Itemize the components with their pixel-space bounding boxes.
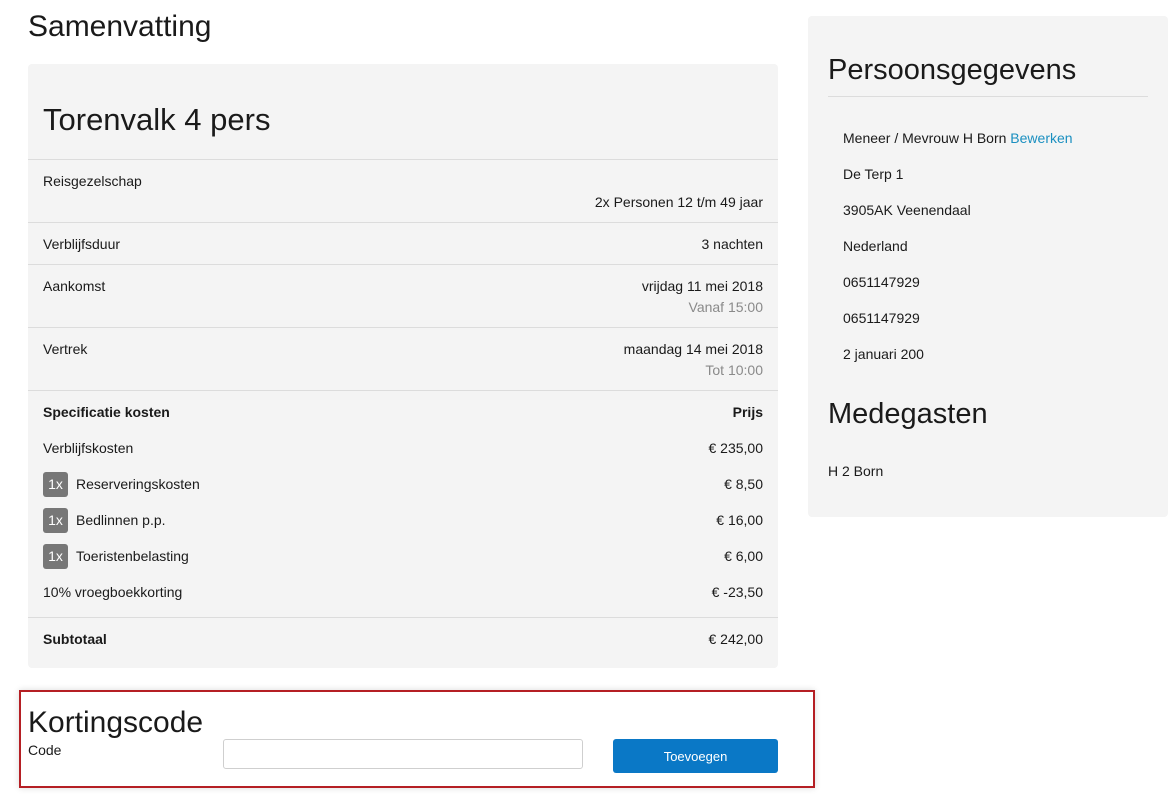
departure-time: Tot 10:00 (705, 362, 763, 378)
party-label: Reisgezelschap (43, 173, 142, 189)
address-city: 3905AK Veenendaal (843, 202, 971, 218)
cost-spec-header: Specificatie kosten Prijs (43, 404, 763, 420)
person-name-line: Meneer / Mevrouw H Born Bewerken (843, 130, 1073, 146)
subtotal-label: Subtotaal (43, 631, 107, 647)
duration-label: Verblijfsduur (43, 236, 121, 252)
quantity-badge: 1x (43, 472, 68, 497)
discount-title: Kortingscode (28, 706, 204, 739)
page-title: Samenvatting (28, 10, 212, 43)
arrival-label: Aankomst (43, 278, 106, 294)
cost-line-name: Verblijfskosten (43, 440, 134, 456)
party-value: 2x Personen 12 t/m 49 jaar (594, 194, 763, 210)
duration-row: Verblijfsduur 3 nachten (28, 222, 778, 265)
accommodation-title: Torenvalk 4 pers (43, 102, 271, 137)
edit-link[interactable]: Bewerken (1010, 130, 1072, 146)
quantity-badge: 1x (43, 544, 68, 569)
cost-line: 1x Reserveringskosten € 8,50 (43, 472, 763, 498)
summary-card: Torenvalk 4 pers Reisgezelschap 2x Perso… (28, 64, 778, 668)
spec-divider (28, 390, 778, 391)
cost-line-name: Toeristenbelasting (76, 548, 189, 564)
arrival-row: Aankomst vrijdag 11 mei 2018 Vanaf 15:00 (28, 264, 778, 328)
fellow-guests-title: Medegasten (828, 398, 988, 430)
personal-details-title: Persoonsgegevens (828, 54, 1077, 86)
person-name: Meneer / Mevrouw H Born (843, 130, 1007, 146)
birth-date: 2 januari 200 (843, 346, 924, 362)
departure-row: Vertrek maandag 14 mei 2018 Tot 10:00 (28, 327, 778, 391)
party-row: Reisgezelschap 2x Personen 12 t/m 49 jaa… (28, 159, 778, 222)
add-discount-button[interactable]: Toevoegen (613, 739, 778, 773)
divider (828, 96, 1148, 97)
cost-spec-label: Specificatie kosten (43, 404, 170, 420)
cost-line-price: € 6,00 (724, 548, 763, 564)
cost-line-price: € 235,00 (708, 440, 764, 456)
mobile-number: 0651147929 (843, 310, 920, 326)
cost-line-price: € 8,50 (724, 476, 763, 492)
address-street: De Terp 1 (843, 166, 904, 182)
quantity-badge: 1x (43, 508, 68, 533)
code-label: Code (28, 742, 62, 758)
duration-value: 3 nachten (701, 236, 764, 252)
address-country: Nederland (843, 238, 908, 254)
cost-line: 1x Bedlinnen p.p. € 16,00 (43, 508, 763, 534)
cost-line-price: € 16,00 (716, 512, 763, 528)
discount-code-input[interactable] (223, 739, 583, 769)
cost-line: Verblijfskosten € 235,00 (43, 436, 763, 462)
subtotal-row: Subtotaal € 242,00 (28, 617, 778, 668)
departure-label: Vertrek (43, 341, 88, 357)
departure-date: maandag 14 mei 2018 (623, 341, 763, 357)
price-header: Prijs (732, 404, 763, 420)
phone-number: 0651147929 (843, 274, 920, 290)
cost-line: 1x Toeristenbelasting € 6,00 (43, 544, 763, 570)
guest-name: H 2 Born (828, 463, 884, 479)
cost-line: 10% vroegboekkorting € -23,50 (43, 580, 763, 606)
cost-line-name: 10% vroegboekkorting (43, 584, 183, 600)
cost-line-name: Reserveringskosten (76, 476, 200, 492)
cost-line-price: € -23,50 (711, 584, 763, 600)
subtotal-value: € 242,00 (708, 631, 764, 647)
arrival-time: Vanaf 15:00 (688, 299, 763, 315)
arrival-date: vrijdag 11 mei 2018 (641, 278, 763, 294)
cost-line-name: Bedlinnen p.p. (76, 512, 166, 528)
personal-details-card: Persoonsgegevens Meneer / Mevrouw H Born… (808, 16, 1168, 517)
